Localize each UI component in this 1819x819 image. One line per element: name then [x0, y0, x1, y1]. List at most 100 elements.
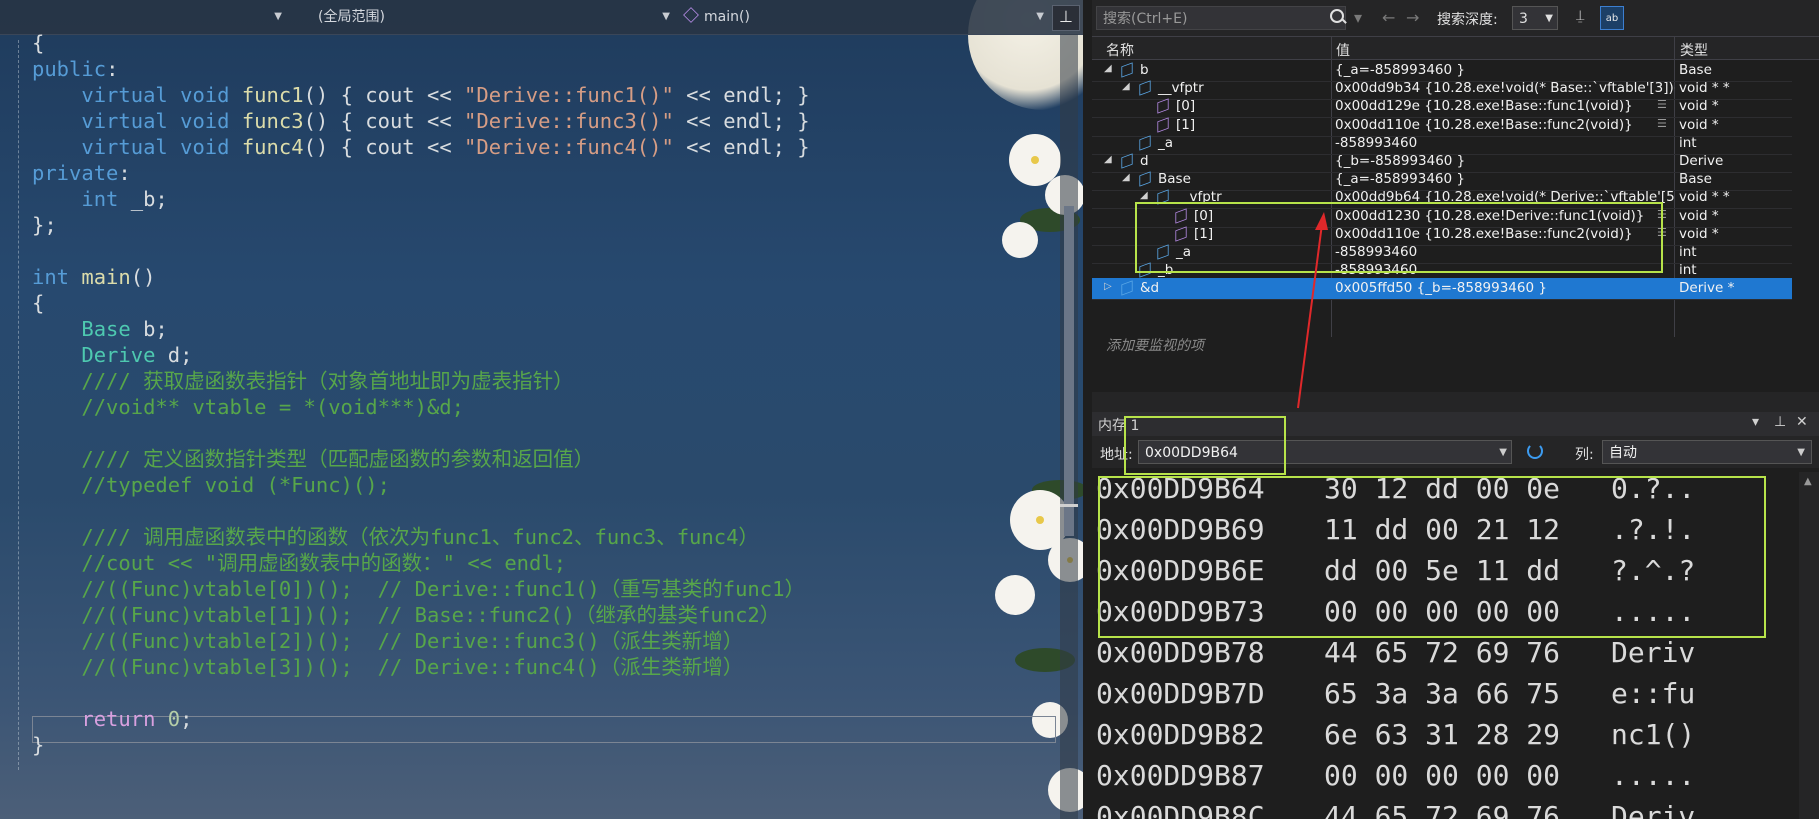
watch-row-value[interactable]: 0x005ffd50 {_b=-858993460 }: [1335, 280, 1675, 296]
editor-vertical-scrollbar[interactable]: [1060, 34, 1078, 819]
code-line[interactable]: public:: [32, 56, 810, 82]
pin-icon[interactable]: ⊥: [1774, 414, 1786, 430]
code-line[interactable]: }: [32, 732, 810, 758]
watch-row-value[interactable]: 0x00dd129e {10.28.exe!Base::func1(void)}: [1335, 98, 1675, 114]
watch-search-input[interactable]: 搜索(Ctrl+E): [1096, 6, 1346, 30]
dropdown-arrow-icon[interactable]: ▾: [1354, 8, 1362, 27]
scope-label: (全局范围): [318, 9, 385, 25]
code-token: public: [32, 57, 107, 81]
memory-ascii: .....: [1611, 759, 1696, 792]
watch-row-value[interactable]: 0x00dd110e {10.28.exe!Base::func2(void)}: [1335, 117, 1675, 133]
memory-vertical-scrollbar[interactable]: ▲: [1799, 472, 1819, 819]
collapse-arrow-icon[interactable]: ◢: [1122, 172, 1130, 183]
code-line[interactable]: //((Func)vtable[1])(); // Base::func2()（…: [32, 602, 810, 628]
window-menu-icon[interactable]: ▾: [1752, 414, 1759, 430]
code-line[interactable]: {: [32, 30, 810, 56]
code-token: Derive: [81, 343, 156, 367]
close-icon[interactable]: ✕: [1796, 414, 1808, 430]
chevron-down-icon: ▼: [1545, 13, 1553, 24]
code-line[interactable]: [32, 420, 810, 446]
add-watch-hint[interactable]: 添加要监视的项: [1106, 335, 1204, 355]
code-token: b;: [130, 317, 168, 341]
code-line[interactable]: //cout << "调用虚函数表中的函数：" << endl;: [32, 550, 810, 576]
memory-ascii: Deriv: [1611, 636, 1696, 669]
code-line[interactable]: //// 调用虚函数表中的函数（依次为func1、func2、func3、fun…: [32, 524, 810, 550]
code-token: _b;: [118, 187, 168, 211]
memory-ascii: nc1(): [1611, 718, 1696, 751]
code-line[interactable]: int main(): [32, 264, 810, 290]
code-line[interactable]: int _b;: [32, 186, 810, 212]
watch-row-type: int: [1679, 134, 1697, 151]
code-editor[interactable]: ▼ (全局范围) ▼ main() ▼ ⊥ {public: virtual v…: [0, 0, 1083, 819]
hex-display-icon[interactable]: ab: [1600, 6, 1624, 30]
memory-ascii: e::fu: [1611, 677, 1696, 710]
memory-bytes: 44 65 72 69 76: [1324, 800, 1561, 819]
code-line[interactable]: [32, 498, 810, 524]
watch-row-value[interactable]: {_a=-858993460 }: [1335, 171, 1675, 187]
code-token: //// 定义函数指针类型（匹配虚函数的参数和返回值）: [32, 447, 595, 471]
code-line[interactable]: //// 获取虚函数表指针（对象首地址即为虚表指针）: [32, 368, 810, 394]
code-text[interactable]: {public: virtual void func1() { cout << …: [32, 30, 810, 758]
code-line[interactable]: virtual void func3() { cout << "Derive::…: [32, 108, 809, 134]
search-back-icon[interactable]: ←: [1382, 8, 1395, 27]
columns-dropdown[interactable]: 自动 ▼: [1602, 440, 1812, 464]
code-line[interactable]: virtual void func1() { cout << "Derive::…: [32, 82, 809, 108]
code-line[interactable]: //((Func)vtable[0])(); // Derive::func1(…: [32, 576, 810, 602]
column-type-header[interactable]: 类型: [1680, 40, 1708, 60]
code-line[interactable]: //((Func)vtable[3])(); // Derive::func4(…: [32, 654, 810, 680]
search-depth-dropdown[interactable]: 3 ▼: [1512, 6, 1558, 30]
code-line[interactable]: {: [32, 290, 810, 316]
collapse-arrow-icon[interactable]: ◢: [1104, 154, 1112, 165]
code-token: "Derive::func1()": [464, 83, 674, 107]
watch-row-value[interactable]: {_a=-858993460 }: [1335, 62, 1675, 78]
code-token: int: [81, 187, 119, 211]
code-line[interactable]: Derive d;: [32, 342, 810, 368]
code-line[interactable]: //typedef void (*Func)();: [32, 472, 810, 498]
code-line[interactable]: [32, 680, 810, 706]
code-line[interactable]: //// 定义函数指针类型（匹配虚函数的参数和返回值）: [32, 446, 810, 472]
code-line[interactable]: [32, 238, 810, 264]
pin-icon[interactable]: ⍊: [1576, 8, 1592, 26]
watch-row[interactable]: ▷ &d 0x005ffd50 {_b=-858993460 } Derive *: [1092, 278, 1792, 301]
code-line[interactable]: //void** vtable = *(void***)&d;: [32, 394, 810, 420]
collapse-arrow-icon[interactable]: ◢: [1122, 81, 1130, 92]
expand-arrow-icon[interactable]: ▷: [1104, 281, 1112, 292]
watch-row-value[interactable]: -858993460: [1335, 135, 1675, 151]
code-line[interactable]: virtual void func4() { cout << "Derive::…: [32, 134, 809, 160]
search-forward-icon[interactable]: →: [1406, 8, 1419, 27]
watch-row-name: [0]: [1176, 98, 1196, 115]
watch-row-type: void *: [1679, 98, 1719, 115]
watch-row-value[interactable]: 0x00dd9b34 {10.28.exe!void(* Base::`vfta…: [1335, 80, 1675, 96]
code-line[interactable]: };: [32, 212, 810, 238]
memory-addr: 0x00DD9B78: [1096, 636, 1265, 669]
column-value-header[interactable]: 值: [1336, 40, 1350, 60]
refresh-icon[interactable]: [1527, 443, 1543, 459]
visualizer-icon[interactable]: ☰: [1657, 99, 1671, 111]
code-line[interactable]: Base b;: [32, 316, 810, 342]
code-token: //((Func)vtable[3])(); // Derive::func4(…: [32, 655, 744, 679]
code-token: //((Func)vtable[2])(); // Derive::func3(…: [32, 629, 744, 653]
pointer-member-icon: [1157, 98, 1169, 115]
collapse-arrow-icon[interactable]: ◢: [1140, 190, 1148, 201]
collapse-arrow-icon[interactable]: ◢: [1104, 63, 1112, 74]
code-line[interactable]: private:: [32, 160, 810, 186]
watch-horizontal-scrollbar[interactable]: [1092, 392, 1819, 412]
column-name-header[interactable]: 名称: [1106, 40, 1134, 60]
scroll-up-icon[interactable]: ▲: [1804, 476, 1812, 487]
watch-row-value[interactable]: {_b=-858993460 }: [1335, 153, 1675, 169]
search-icon[interactable]: [1330, 9, 1344, 23]
split-editor-button[interactable]: ⊥: [1052, 5, 1080, 31]
scrollbar-thumb[interactable]: [1064, 206, 1074, 536]
function-dropdown[interactable]: main() ▼: [683, 5, 1046, 29]
visualizer-icon[interactable]: ☰: [1657, 117, 1671, 130]
project-dropdown[interactable]: ▼: [4, 5, 284, 29]
code-line[interactable]: return 0;: [32, 706, 810, 732]
scope-dropdown[interactable]: (全局范围) ▼: [318, 5, 672, 29]
code-line[interactable]: //((Func)vtable[2])(); // Derive::func3(…: [32, 628, 810, 654]
